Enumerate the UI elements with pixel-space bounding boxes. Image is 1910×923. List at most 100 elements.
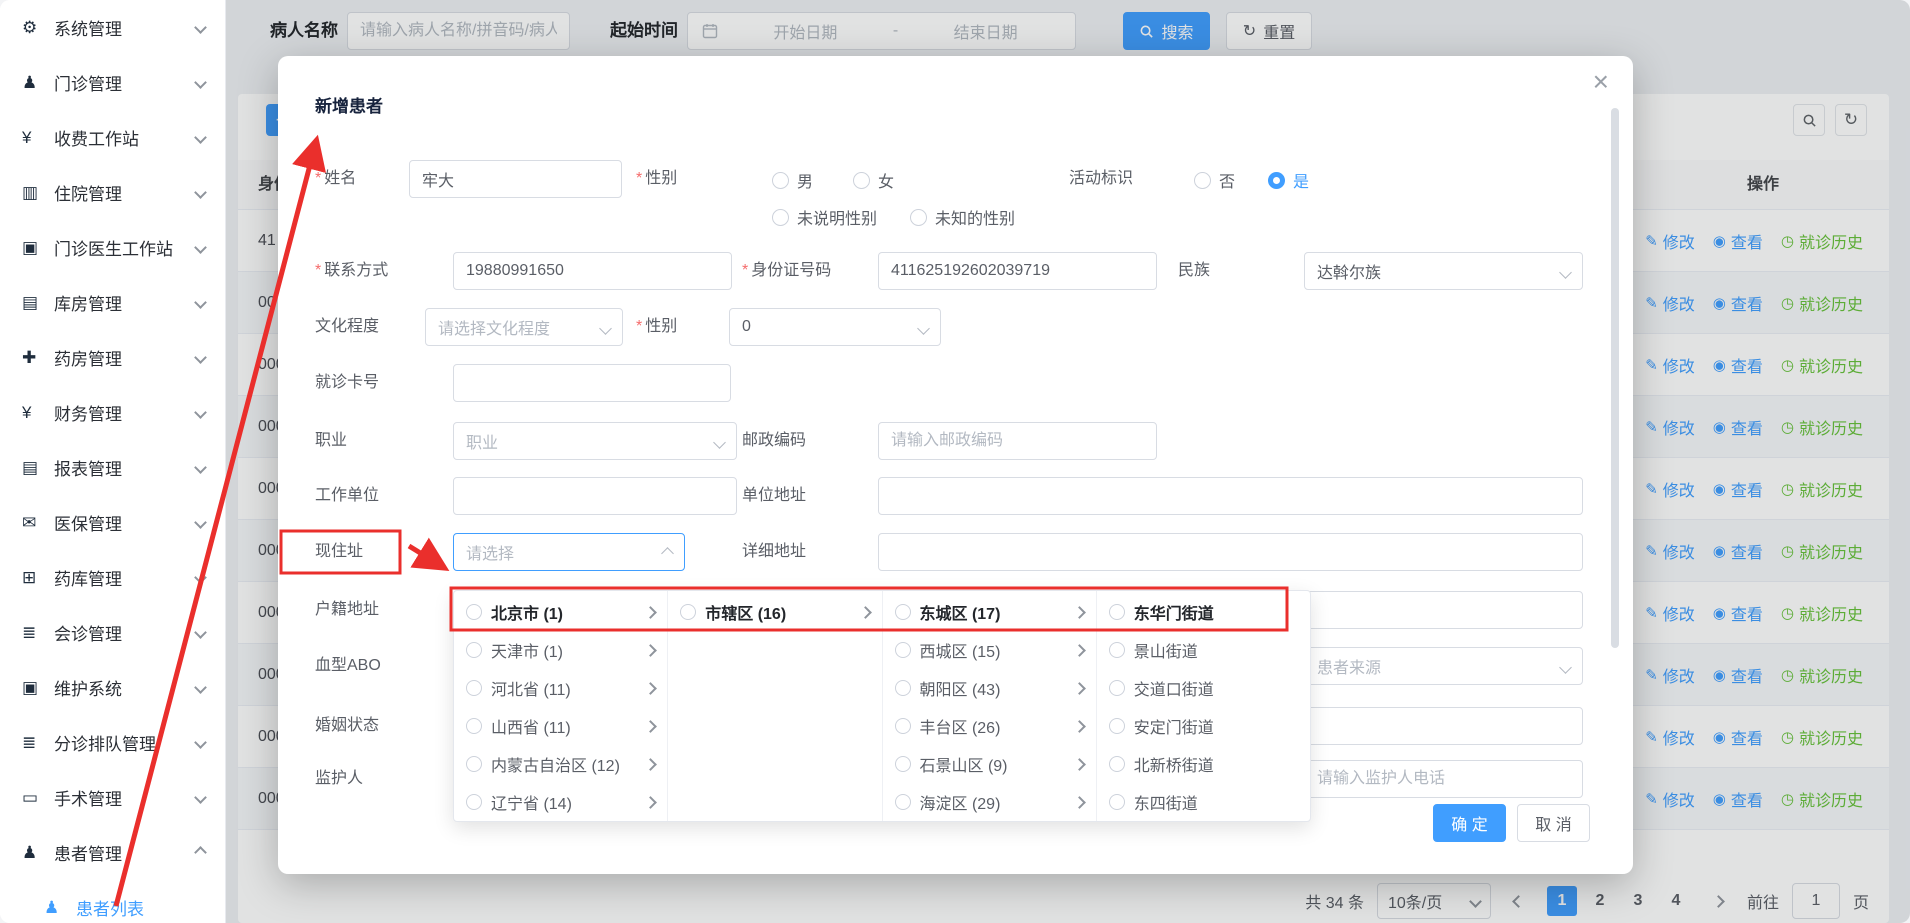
chevron-right-icon [644,606,657,619]
radio-icon [772,172,789,189]
cascader-option[interactable]: 石景山区 (9) [883,745,1096,783]
required-marker: * [636,318,642,335]
sidebar-item-医保管理[interactable]: ✉医保管理 [0,495,225,550]
cascader-option[interactable]: 天津市 (1) [454,631,667,669]
cascader-option[interactable]: 内蒙古自治区 (12) [454,745,667,783]
sidebar-item-门诊管理[interactable]: ♟门诊管理 [0,55,225,110]
chevron-down-icon [194,571,207,584]
chevron-right-icon [644,796,657,809]
cascader-option[interactable]: 北新桥街道 [1097,745,1310,783]
sidebar-item-药库管理[interactable]: ⊞药库管理 [0,550,225,605]
ethnic-select[interactable]: 达斡尔族 [1304,252,1583,290]
cascader-option[interactable]: 山西省 (11) [454,707,667,745]
close-icon[interactable]: × [1593,68,1609,96]
id-number-input[interactable] [878,252,1157,290]
radio-icon [466,680,482,696]
sidebar-item-报表管理[interactable]: ▤报表管理 [0,440,225,495]
cascader-option-label: 景山街道 [1134,638,1198,662]
sidebar-item-患者管理[interactable]: ♟患者管理 [0,825,225,880]
cascader-option[interactable]: 东四街道 [1097,783,1310,821]
guardian-phone-input[interactable] [1304,760,1583,798]
cascader-option[interactable]: 北京市 (1) [454,593,667,631]
active-yes-radio[interactable]: 是 [1268,170,1309,190]
sidebar-item-库房管理[interactable]: ▤库房管理 [0,275,225,330]
chevron-down-icon [194,626,207,639]
contact-input[interactable] [453,252,732,290]
detail-address-input[interactable] [878,533,1583,571]
cascader-option[interactable]: 辽宁省 (14) [454,783,667,821]
ethnic-value: 达斡尔族 [1317,259,1381,283]
current-address-cascader-select[interactable]: 请选择 [453,533,685,571]
sidebar-item-patient-list[interactable]: ♟ 患者列表 [0,880,225,923]
radio-label: 男 [797,168,813,192]
radio-icon [466,718,482,734]
chevron-down-icon [713,436,726,449]
radio-icon [680,604,696,620]
cascader-option-label: 石景山区 (9) [920,752,1008,776]
gender-male-radio[interactable]: 男 [772,170,813,190]
sidebar-item-手术管理[interactable]: ▭手术管理 [0,770,225,825]
sidebar-item-门诊医生工作站[interactable]: ▣门诊医生工作站 [0,220,225,275]
sidebar-item-会诊管理[interactable]: ≣会诊管理 [0,605,225,660]
marital-extra-input[interactable] [1304,707,1583,745]
sidebar-item-label: 系统管理 [54,15,122,40]
chevron-right-icon [644,682,657,695]
postal-input[interactable] [878,422,1157,460]
patient-source-select[interactable]: 患者来源 [1304,647,1583,685]
cascader-option[interactable]: 丰台区 (26) [883,707,1096,745]
cascader-option[interactable]: 东华门街道 [1097,593,1310,631]
gender-female-radio[interactable]: 女 [853,170,894,190]
chevron-down-icon [917,322,930,335]
education-select[interactable]: 请选择文化程度 [425,308,623,346]
cascader-option[interactable]: 安定门街道 [1097,707,1310,745]
chevron-right-icon [1073,720,1086,733]
cascader-option[interactable]: 海淀区 (29) [883,783,1096,821]
sidebar-item-label: 患者管理 [54,840,122,865]
gender-unspecified-radio[interactable]: 未说明性别 [772,207,877,227]
cascader-option-label: 辽宁省 (14) [491,790,572,814]
occupation-select[interactable]: 职业 [453,422,737,460]
chevron-down-icon [194,241,207,254]
radio-icon [466,642,482,658]
card-number-input[interactable] [453,364,731,402]
gender2-select[interactable]: 0 [729,308,941,346]
confirm-button[interactable]: 确 定 [1433,804,1506,842]
sidebar-item-分诊排队管理[interactable]: ≣分诊排队管理 [0,715,225,770]
education-label: 文化程度 [315,308,379,346]
cascader-option[interactable]: 市辖区 (16) [668,593,881,631]
active-no-radio[interactable]: 否 [1194,170,1235,190]
chevron-down-icon [194,791,207,804]
sidebar-item-药房管理[interactable]: ✚药房管理 [0,330,225,385]
cascader-option[interactable]: 河北省 (11) [454,669,667,707]
radio-icon [466,756,482,772]
sidebar-item-财务管理[interactable]: ¥财务管理 [0,385,225,440]
current-address-label: 现住址 [315,533,363,571]
sidebar-item-住院管理[interactable]: ▥住院管理 [0,165,225,220]
active-flag-label: 活动标识 [1069,160,1133,198]
cancel-button[interactable]: 取 消 [1517,804,1590,842]
sidebar-item-维护系统[interactable]: ▣维护系统 [0,660,225,715]
cascader-column: 东城区 (17)西城区 (15)朝阳区 (43)丰台区 (26) 石景山区 (9)… [883,591,1097,821]
cascader-option-label: 北京市 (1) [491,600,563,624]
cascader-option[interactable]: 西城区 (15) [883,631,1096,669]
sidebar-item-label: 药库管理 [54,565,122,590]
cascader-option[interactable]: 交道口街道 [1097,669,1310,707]
chevron-down-icon [194,131,207,144]
chevron-down-icon [194,76,207,89]
mail-icon: ✉ [22,513,50,533]
cascader-column: 市辖区 (16) [668,591,882,821]
sidebar-item-系统管理[interactable]: ⚙系统管理 [0,0,225,55]
name-input[interactable] [409,160,622,198]
cascader-option[interactable]: 朝阳区 (43) [883,669,1096,707]
dialog-scrollbar-thumb[interactable] [1611,108,1619,648]
radio-icon [1109,756,1125,772]
cascader-option[interactable]: 东城区 (17) [883,593,1096,631]
radio-label: 未知的性别 [935,205,1015,229]
unit-address-input[interactable] [878,477,1583,515]
sidebar-item-收费工作站[interactable]: ¥收费工作站 [0,110,225,165]
cascader-option[interactable]: 景山街道 [1097,631,1310,669]
household-extra-input[interactable] [1304,591,1583,629]
chevron-right-icon [644,758,657,771]
gender-unknown-radio[interactable]: 未知的性别 [910,207,1015,227]
work-unit-input[interactable] [453,477,737,515]
